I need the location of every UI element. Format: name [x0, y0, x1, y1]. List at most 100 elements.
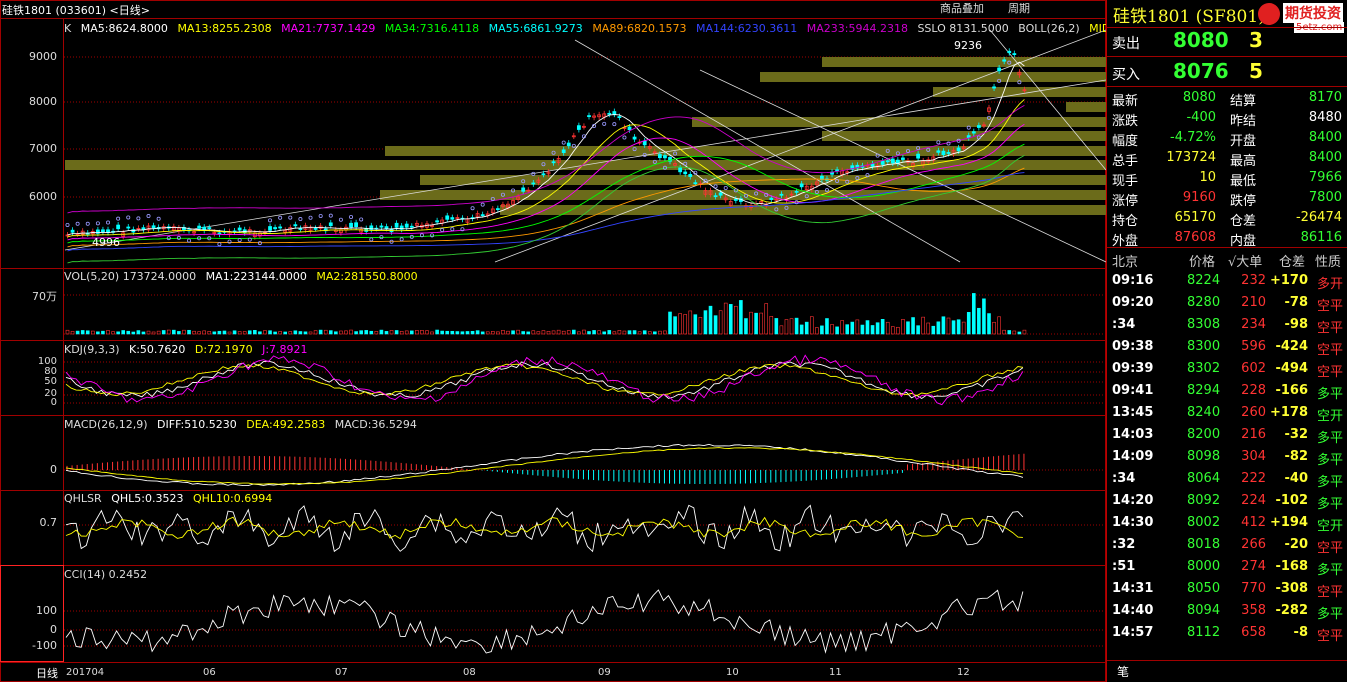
tick-time: 14:03 [1112, 427, 1154, 442]
cci-tick-minus100: -100 [32, 639, 57, 652]
volume-bar [1007, 330, 1012, 335]
volume-bar [217, 330, 222, 335]
volume-bar [369, 330, 374, 335]
volume-bar [293, 330, 298, 335]
volume-bar [349, 329, 353, 335]
tick-row[interactable]: 09:16 8224 232 +170 多开 [1107, 270, 1347, 292]
chart-area[interactable]: 硅铁1801 (033601) <日线> 商品叠加 周期 K MA5:8624.… [0, 0, 1142, 682]
volume-bar [526, 331, 531, 335]
tab-period[interactable]: 周期 [1008, 0, 1030, 16]
volume-bar [177, 331, 181, 335]
volume-bar [784, 319, 789, 335]
stat-label: 最高 [1230, 154, 1257, 169]
candle-body [885, 160, 890, 163]
kdj-legend-d: D:72.1970 [194, 343, 253, 356]
tick-row[interactable]: 09:41 8294 228 -166 多平 [1107, 380, 1347, 402]
tick-nature: 多平 [1317, 563, 1344, 578]
x-label-201704: 201704 [66, 667, 105, 678]
volume-bar [582, 329, 586, 335]
volume-bar [136, 330, 141, 335]
tick-diff: +170 [1269, 273, 1308, 288]
candle-body [268, 226, 272, 231]
candle-body [976, 125, 981, 128]
stat-label: 涨停 [1112, 194, 1139, 209]
tick-row[interactable]: :34 8308 234 -98 空平 [1107, 314, 1347, 336]
x-label-09: 09 [598, 667, 611, 678]
volume-bar [587, 331, 591, 335]
tick-row[interactable]: 14:30 8002 412 +194 空开 [1107, 512, 1347, 534]
tick-vol: 232 [1241, 273, 1266, 288]
buy-price: 8076 [1173, 59, 1229, 83]
tick-row[interactable]: 14:31 8050 770 -308 空平 [1107, 578, 1347, 600]
high-label: 9236 [954, 39, 982, 52]
tick-diff: -282 [1275, 603, 1308, 618]
tick-row[interactable]: :34 8064 222 -40 多平 [1107, 468, 1347, 490]
volume-bar [865, 320, 870, 335]
volume-bar [890, 326, 895, 335]
tick-time: :34 [1112, 317, 1136, 332]
volume-bar [997, 316, 1001, 335]
tick-price: 8000 [1187, 559, 1221, 574]
volume-bar [85, 330, 90, 335]
tick-row[interactable]: 09:38 8300 596 -424 空平 [1107, 336, 1347, 358]
tab-overlay[interactable]: 商品叠加 [940, 0, 984, 16]
tick-row[interactable]: 13:45 8240 260 +178 空开 [1107, 402, 1347, 424]
tick-row[interactable]: 09:20 8280 210 -78 空平 [1107, 292, 1347, 314]
stat-value: 8400 [1308, 130, 1342, 145]
tick-row[interactable]: 14:40 8094 358 -282 多平 [1107, 600, 1347, 622]
tick-price: 8018 [1187, 537, 1221, 552]
logo-text: 期货投资 [1283, 3, 1343, 23]
legend-ma233: MA233:5944.2318 [806, 22, 908, 35]
tick-row[interactable]: 14:03 8200 216 -32 多平 [1107, 424, 1347, 446]
tick-row[interactable]: 09:39 8302 602 -494 空平 [1107, 358, 1347, 380]
volume-bar [946, 317, 951, 335]
sar-dot [75, 221, 80, 226]
stat-label: 最新 [1112, 94, 1139, 109]
candle-body [561, 149, 566, 154]
volume-bar [334, 331, 338, 335]
volume-bar [232, 330, 237, 335]
candle-body [1002, 59, 1007, 62]
volume-bar [1017, 331, 1022, 335]
sar-dot [338, 217, 343, 222]
volume-bar [303, 331, 308, 335]
tick-diff: -20 [1284, 537, 1309, 552]
volume-bar [799, 324, 804, 335]
tick-row[interactable]: :51 8000 274 -168 多平 [1107, 556, 1347, 578]
candle-body [683, 171, 688, 175]
tick-row[interactable]: 14:09 8098 304 -82 多平 [1107, 446, 1347, 468]
candle-body [794, 190, 799, 193]
macd-legend-dea: DEA:492.2583 [246, 418, 326, 431]
candle-body [384, 226, 389, 229]
macd-dea-line [65, 447, 1023, 485]
volume-bar [166, 329, 171, 335]
volume-bar [359, 330, 363, 335]
volume-bar [212, 331, 217, 335]
tick-time: 13:45 [1112, 405, 1154, 420]
volume-bar [273, 331, 277, 335]
tab-trades[interactable]: 笔 [1117, 663, 1129, 680]
tick-vol: 222 [1241, 471, 1266, 486]
candle-body [941, 150, 946, 156]
logo-icon [1258, 3, 1280, 25]
volume-bar [794, 317, 799, 335]
candle-body [495, 208, 500, 210]
volume-bar [916, 325, 920, 335]
volume-bar [673, 316, 677, 335]
sar-dot [217, 242, 222, 247]
tick-row[interactable]: 14:20 8092 224 -102 多平 [1107, 490, 1347, 512]
tick-row[interactable]: :32 8018 266 -20 空平 [1107, 534, 1347, 556]
tick-nature: 空平 [1317, 343, 1344, 358]
quote-row: 总手 173724 最高 8400 [1107, 148, 1347, 169]
volume-bar [541, 330, 546, 335]
sar-dot [126, 215, 131, 220]
tick-row[interactable]: 14:57 8112 658 -8 空平 [1107, 622, 1347, 644]
volume-profile-bar [933, 87, 1106, 97]
tick-price: 8064 [1187, 471, 1221, 486]
tick-diff: -78 [1284, 295, 1309, 310]
volume-bar [723, 302, 728, 335]
cci-legend: CCI(14) 0.2452 [64, 568, 148, 581]
qhlsr-legend-label: QHLSR [64, 492, 102, 505]
tick-diff: -82 [1284, 449, 1309, 464]
chart-canvas[interactable] [0, 0, 1106, 682]
